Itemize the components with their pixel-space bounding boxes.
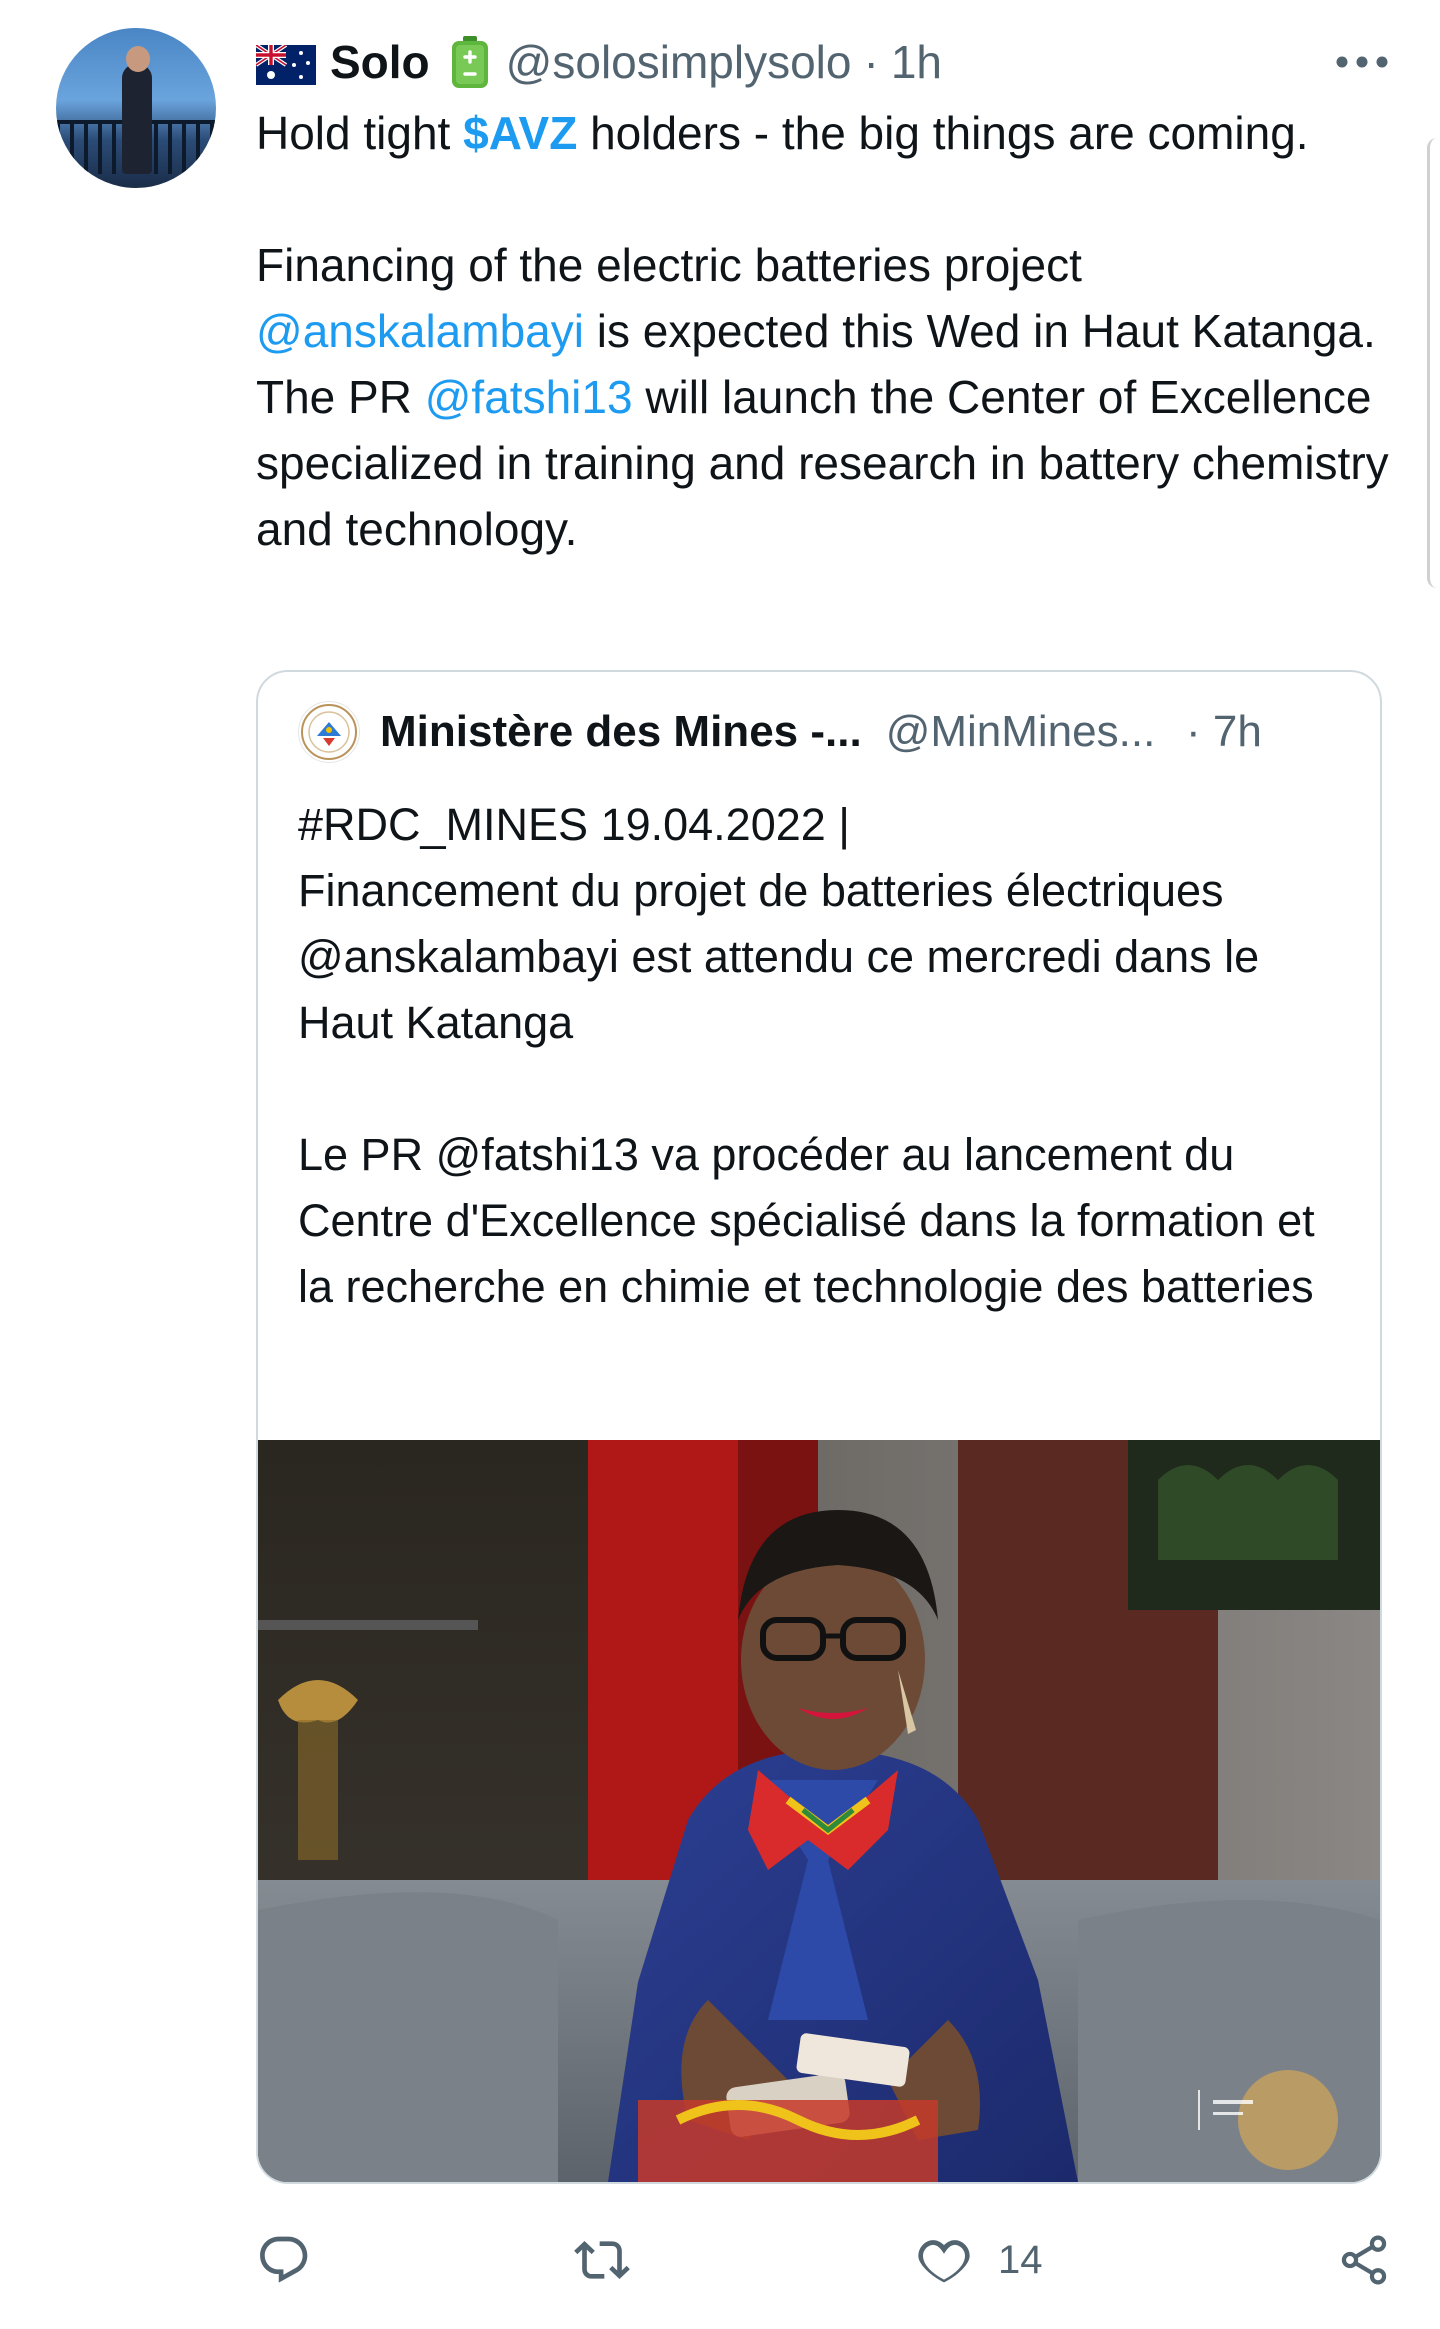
battery-icon (451, 36, 488, 88)
tweet-text-segment: Financing of the electric batteries proj… (256, 239, 1082, 291)
retweet-icon (574, 2232, 630, 2288)
tweet-header: Solo @solosimplysolo · 1h (254, 30, 942, 94)
retweet-button[interactable] (574, 2220, 630, 2300)
quoted-tweet-text: #RDC_MINES 19.04.2022 | Financement du p… (298, 792, 1348, 1320)
tweet-card[interactable]: Solo @solosimplysolo · 1h Hold tight $AV… (0, 0, 1440, 2329)
mention-link[interactable]: @fatshi13 (425, 371, 633, 423)
tweet-text-segment: holders - the big things are coming. (577, 107, 1309, 159)
quoted-text-line: Financement du projet de batteries élect… (298, 865, 1260, 1048)
quoted-tweet-photo[interactable] (258, 1440, 1380, 2182)
quoted-text-paragraph: Le PR @fatshi13 va procéder au lancement… (298, 1129, 1315, 1312)
header-separator: · (863, 36, 879, 88)
quoted-tweet[interactable]: Ministère des Mines -... @MinMines... · … (256, 670, 1382, 2184)
like-button[interactable]: 14 (916, 2220, 1043, 2300)
heart-icon (916, 2232, 972, 2288)
tweet-text-segment: Hold tight (256, 107, 464, 159)
reply-icon (256, 2232, 312, 2288)
quoted-timestamp[interactable]: · 7h (1186, 700, 1262, 764)
like-count: 14 (998, 2237, 1043, 2282)
australia-flag-icon (254, 42, 316, 85)
share-icon (1336, 2232, 1392, 2288)
tweet-actions-bar: 14 (256, 2220, 1396, 2300)
author-handle[interactable]: @solosimplysolo (506, 35, 852, 89)
tweet-timestamp[interactable]: 1h (891, 35, 942, 89)
quoted-text-line: #RDC_MINES 19.04.2022 | (298, 799, 850, 850)
quoted-time-row: · 7h (258, 700, 1380, 764)
tweet-text: Hold tight $AVZ holders - the big things… (256, 100, 1396, 562)
reply-button[interactable] (256, 2220, 312, 2300)
more-options-icon[interactable] (1332, 40, 1392, 84)
mention-link[interactable]: @anskalambayi (256, 305, 584, 357)
cashtag-link[interactable]: $AVZ (463, 107, 577, 159)
author-avatar[interactable] (56, 28, 216, 188)
share-button[interactable] (1336, 2220, 1392, 2300)
scrollbar[interactable] (1427, 138, 1440, 588)
author-display-name[interactable]: Solo (330, 35, 430, 89)
